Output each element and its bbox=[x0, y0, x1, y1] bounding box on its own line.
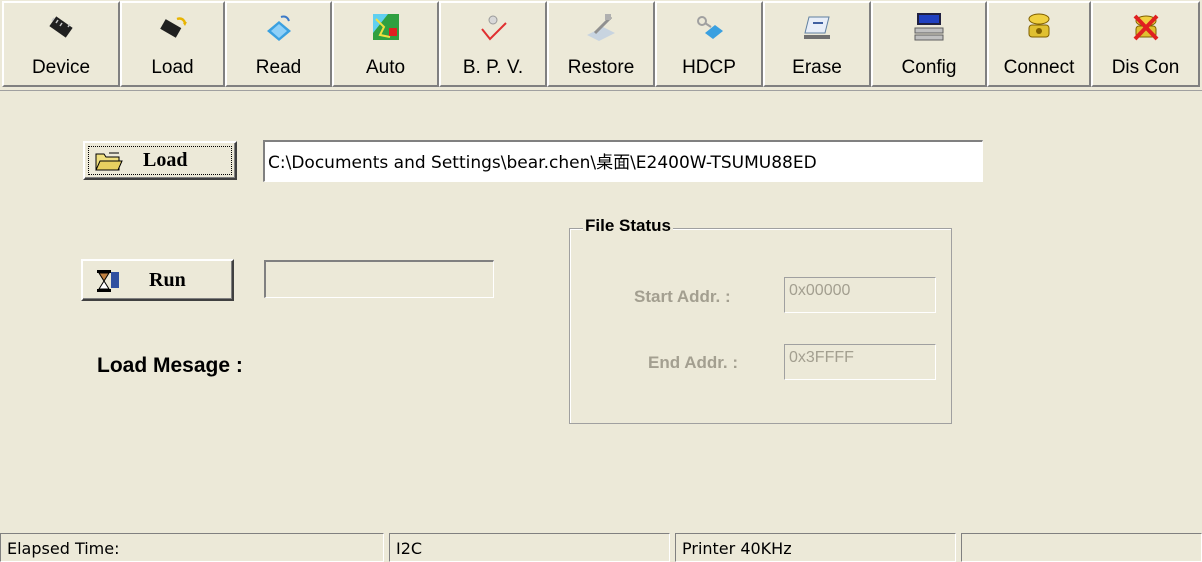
toolbar-load-label: Load bbox=[151, 57, 194, 78]
computer-icon bbox=[913, 11, 945, 43]
status-port: Printer 40KHz bbox=[675, 533, 956, 562]
toolbar-auto-label: Auto bbox=[365, 57, 406, 78]
hdcp-key-icon bbox=[693, 11, 725, 43]
checkmark-icon bbox=[477, 11, 509, 43]
load-message-label: Load Mesage : bbox=[97, 354, 243, 377]
start-addr-field: 0x00000 bbox=[784, 277, 936, 313]
status-elapsed-time: Elapsed Time: bbox=[0, 533, 384, 562]
end-addr-field: 0x3FFFF bbox=[784, 344, 936, 380]
file-status-group bbox=[569, 228, 952, 424]
device-chip-icon bbox=[45, 11, 77, 43]
toolbar-disconnect-button[interactable]: Dis Con bbox=[1091, 1, 1200, 87]
toolbar-restore-label: Restore bbox=[567, 57, 635, 78]
erase-icon bbox=[801, 11, 833, 43]
file-path-field[interactable]: C:\Documents and Settings\bear.chen\桌面\E… bbox=[263, 140, 983, 182]
toolbar-config-button[interactable]: Config bbox=[871, 1, 987, 87]
open-folder-icon bbox=[95, 149, 123, 178]
toolbar-auto-button[interactable]: Auto bbox=[332, 1, 439, 87]
load-chip-icon bbox=[157, 11, 189, 43]
toolbar-device-label: Device bbox=[31, 57, 91, 78]
restore-icon bbox=[585, 11, 617, 43]
toolbar-restore-button[interactable]: Restore bbox=[547, 1, 655, 87]
run-button-label: Run bbox=[149, 268, 186, 291]
status-extra bbox=[961, 533, 1202, 562]
telephone-icon bbox=[1023, 11, 1055, 43]
load-button-label: Load bbox=[143, 149, 188, 171]
start-addr-label: Start Addr. : bbox=[634, 287, 731, 306]
isp-tool-window: Device Load Read Auto B. P. V. Restore H… bbox=[0, 0, 1202, 562]
run-button[interactable]: Run bbox=[81, 259, 234, 301]
toolbar: Device Load Read Auto B. P. V. Restore H… bbox=[0, 0, 1202, 91]
run-progress-field bbox=[264, 260, 494, 298]
disconnect-phone-icon bbox=[1130, 11, 1162, 43]
toolbar-load-button[interactable]: Load bbox=[120, 1, 225, 87]
toolbar-hdcp-button[interactable]: HDCP bbox=[655, 1, 763, 87]
toolbar-read-button[interactable]: Read bbox=[225, 1, 332, 87]
toolbar-erase-button[interactable]: Erase bbox=[763, 1, 871, 87]
status-interface: I2C bbox=[389, 533, 670, 562]
load-button[interactable]: Load bbox=[83, 141, 237, 180]
toolbar-erase-label: Erase bbox=[792, 57, 842, 78]
toolbar-bpv-label: B. P. V. bbox=[462, 57, 524, 78]
toolbar-config-label: Config bbox=[901, 57, 957, 78]
auto-map-icon bbox=[370, 11, 402, 43]
hourglass-icon bbox=[95, 269, 121, 298]
toolbar-connect-label: Connect bbox=[1003, 57, 1075, 78]
toolbar-bpv-button[interactable]: B. P. V. bbox=[439, 1, 547, 87]
toolbar-connect-button[interactable]: Connect bbox=[987, 1, 1091, 87]
end-addr-label: End Addr. : bbox=[648, 353, 739, 372]
read-book-icon bbox=[263, 11, 295, 43]
file-status-title: File Status bbox=[583, 216, 673, 236]
toolbar-read-label: Read bbox=[255, 57, 302, 78]
toolbar-disconnect-label: Dis Con bbox=[1111, 57, 1180, 78]
status-bar: Elapsed Time: I2C Printer 40KHz bbox=[0, 532, 1202, 562]
toolbar-hdcp-label: HDCP bbox=[682, 57, 736, 78]
toolbar-device-button[interactable]: Device bbox=[2, 1, 120, 87]
